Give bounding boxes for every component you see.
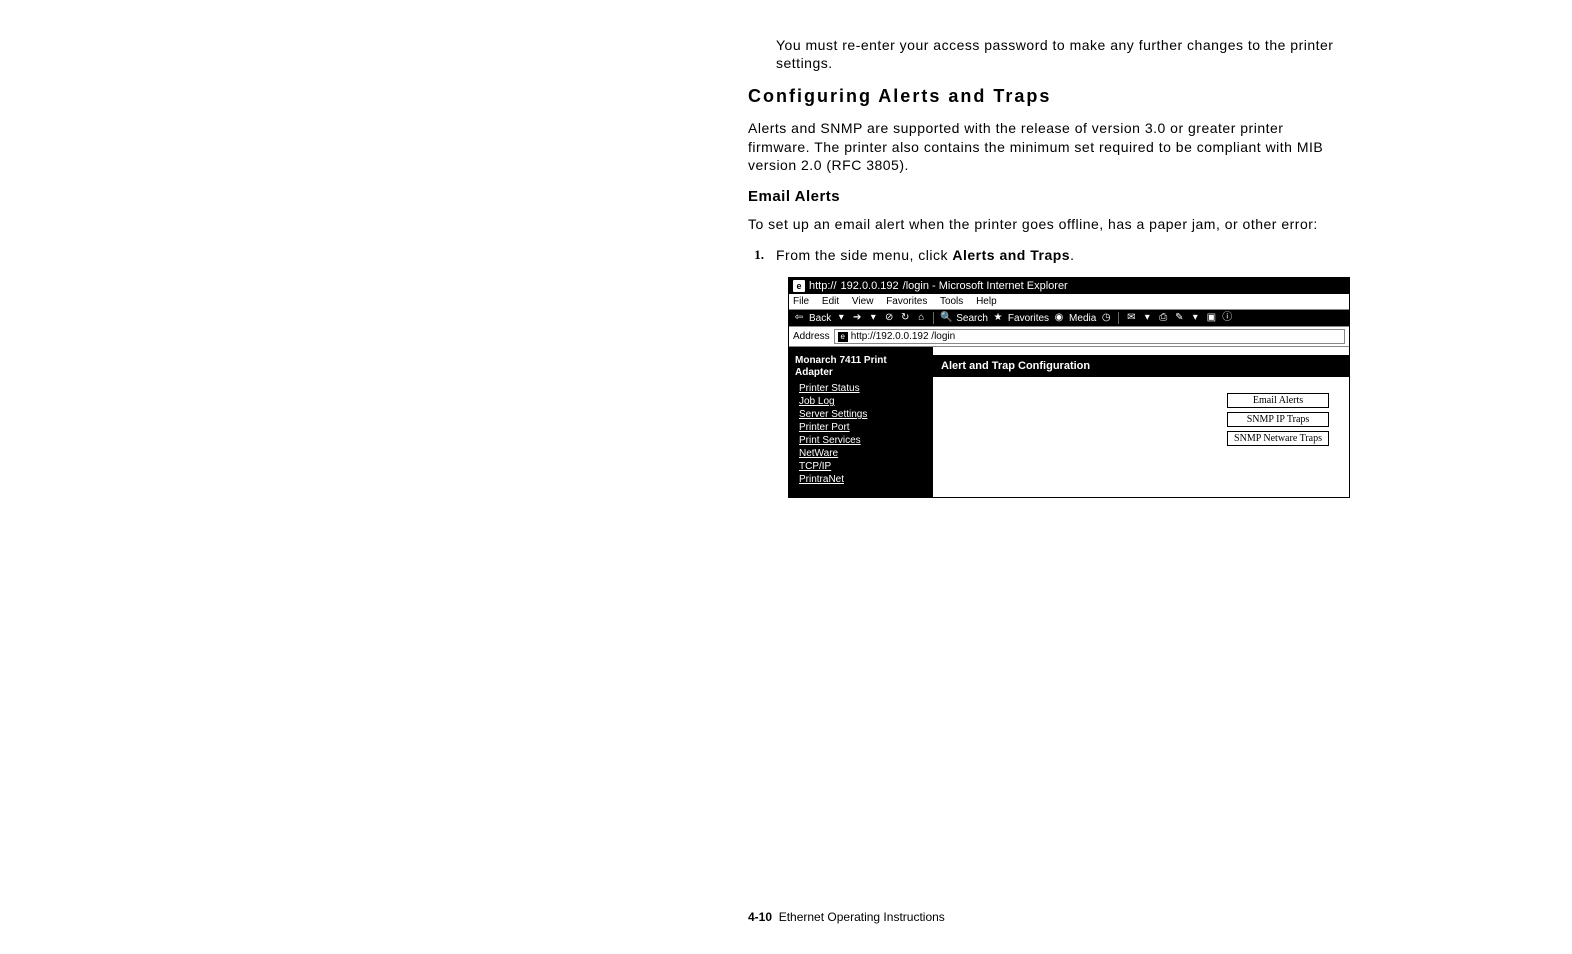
snmp-netware-traps-button[interactable]: SNMP Netware Traps xyxy=(1227,431,1329,446)
refresh-icon[interactable]: ↻ xyxy=(899,312,911,324)
step-text-pre: From the side menu, click xyxy=(776,247,952,263)
dropdown-icon[interactable]: ▾ xyxy=(1189,312,1201,324)
main-pane: Alert and Trap Configuration Email Alert… xyxy=(933,347,1349,497)
dropdown-icon[interactable]: ▾ xyxy=(867,312,879,324)
menu-help[interactable]: Help xyxy=(976,296,997,307)
page-number: 4-10 xyxy=(748,910,772,924)
snmp-ip-traps-button[interactable]: SNMP IP Traps xyxy=(1227,412,1329,427)
discuss-icon[interactable]: ▣ xyxy=(1205,312,1217,324)
menu-favorites[interactable]: Favorites xyxy=(886,296,927,307)
subsection-paragraph: To set up an email alert when the printe… xyxy=(748,215,1348,233)
sidebar-item-print-services[interactable]: Print Services xyxy=(799,435,925,446)
page-footer: 4-10 Ethernet Operating Instructions xyxy=(748,910,945,924)
section-heading: Configuring Alerts and Traps xyxy=(748,86,1348,107)
browser-window: e http:// 192.0.0.192 /login - Microsoft… xyxy=(788,277,1350,498)
favorites-icon[interactable]: ★ xyxy=(992,312,1004,324)
device-name: Monarch 7411 Print Adapter xyxy=(795,355,925,379)
step-text-post: . xyxy=(1070,247,1074,263)
separator xyxy=(1118,312,1119,324)
section-paragraph: Alerts and SNMP are supported with the r… xyxy=(748,119,1348,174)
dropdown-icon[interactable]: ▾ xyxy=(1141,312,1153,324)
menu-file[interactable]: File xyxy=(793,296,809,307)
address-value: http://192.0.0.192 /login xyxy=(851,331,956,342)
ie-logo-icon: e xyxy=(793,280,805,292)
title-suffix: /login - Microsoft Internet Explorer xyxy=(903,280,1068,292)
address-label: Address xyxy=(793,331,830,342)
titlebar: e http:// 192.0.0.192 /login - Microsoft… xyxy=(789,278,1349,294)
email-alerts-button[interactable]: Email Alerts xyxy=(1227,393,1329,408)
dropdown-icon[interactable]: ▾ xyxy=(835,312,847,324)
sidebar-item-netware[interactable]: NetWare xyxy=(799,448,925,459)
separator xyxy=(933,312,934,324)
edit-icon[interactable]: ✎ xyxy=(1173,312,1185,324)
search-button[interactable]: Search xyxy=(956,313,988,324)
note-text: You must re-enter your access password t… xyxy=(776,36,1348,72)
page-icon: e xyxy=(838,332,848,342)
address-bar: Address e http://192.0.0.192 /login xyxy=(789,326,1349,347)
back-button[interactable]: Back xyxy=(809,313,831,324)
messenger-icon[interactable]: ⓘ xyxy=(1221,312,1233,324)
menubar: File Edit View Favorites Tools Help xyxy=(789,294,1349,310)
sidebar-item-printer-port[interactable]: Printer Port xyxy=(799,422,925,433)
sidebar-item-server-settings[interactable]: Server Settings xyxy=(799,409,925,420)
subsection-heading: Email Alerts xyxy=(748,188,1348,205)
pane-title: Alert and Trap Configuration xyxy=(933,355,1349,377)
content-area: Monarch 7411 Print Adapter Printer Statu… xyxy=(789,347,1349,497)
title-host: 192.0.0.192 xyxy=(841,280,899,292)
sidebar-item-job-log[interactable]: Job Log xyxy=(799,396,925,407)
search-icon[interactable]: 🔍 xyxy=(940,312,952,324)
sidebar-item-printranet[interactable]: PrintraNet xyxy=(799,474,925,485)
step-text: From the side menu, click Alerts and Tra… xyxy=(776,247,1074,263)
print-icon[interactable]: ⎙ xyxy=(1157,312,1169,324)
toolbar: ⇦ Back ▾ ➔ ▾ ⊘ ↻ ⌂ 🔍 Search ★ Favorites … xyxy=(789,310,1349,326)
menu-view[interactable]: View xyxy=(852,296,874,307)
options-buttons: Email Alerts SNMP IP Traps SNMP Netware … xyxy=(1227,393,1329,446)
sidebar-item-tcpip[interactable]: TCP/IP xyxy=(799,461,925,472)
home-icon[interactable]: ⌂ xyxy=(915,312,927,324)
favorites-button[interactable]: Favorites xyxy=(1008,313,1049,324)
title-prefix: http:// xyxy=(809,280,837,292)
menu-tools[interactable]: Tools xyxy=(940,296,963,307)
step-number: 1. xyxy=(748,247,764,263)
stop-icon[interactable]: ⊘ xyxy=(883,312,895,324)
address-input[interactable]: e http://192.0.0.192 /login xyxy=(834,329,1345,344)
step-text-bold: Alerts and Traps xyxy=(952,247,1070,263)
sidebar-item-printer-status[interactable]: Printer Status xyxy=(799,383,925,394)
media-icon[interactable]: ◉ xyxy=(1053,312,1065,324)
back-arrow-icon[interactable]: ⇦ xyxy=(793,312,805,324)
media-button[interactable]: Media xyxy=(1069,313,1096,324)
menu-edit[interactable]: Edit xyxy=(822,296,839,307)
step-1: 1. From the side menu, click Alerts and … xyxy=(748,247,1348,263)
sidebar: Monarch 7411 Print Adapter Printer Statu… xyxy=(789,347,933,497)
forward-arrow-icon[interactable]: ➔ xyxy=(851,312,863,324)
mail-icon[interactable]: ✉ xyxy=(1125,312,1137,324)
doc-title: Ethernet Operating Instructions xyxy=(779,910,945,924)
history-icon[interactable]: ◷ xyxy=(1100,312,1112,324)
